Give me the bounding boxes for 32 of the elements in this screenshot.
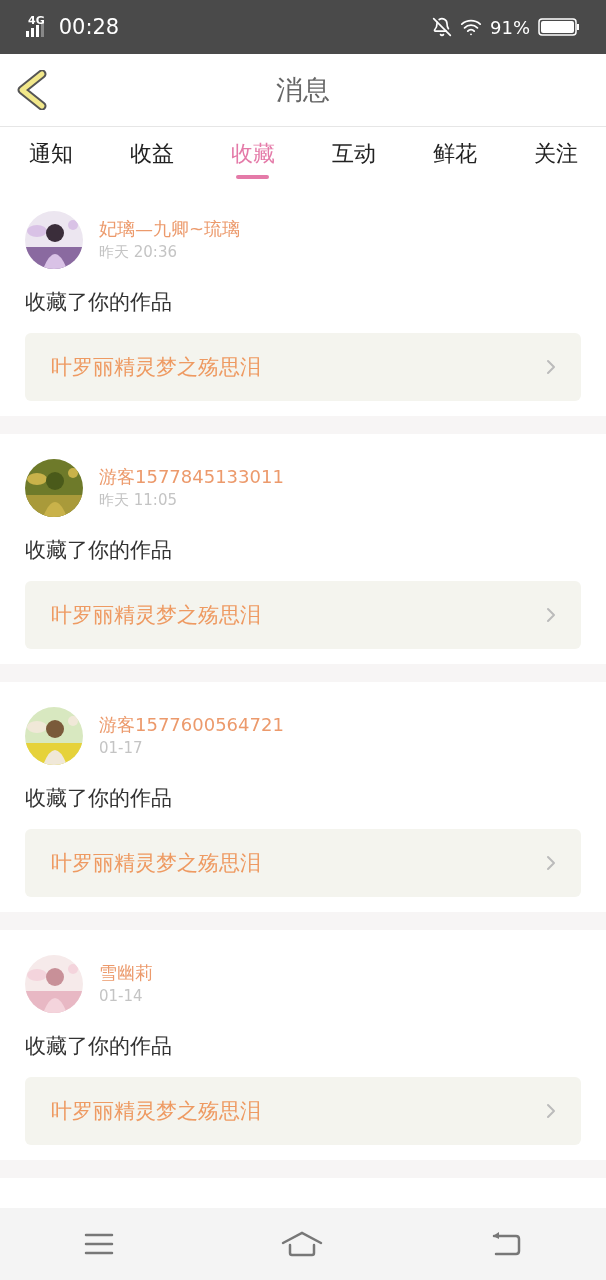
tab[interactable]: 关注 bbox=[505, 127, 606, 186]
back-icon[interactable] bbox=[490, 1231, 523, 1257]
battery-icon bbox=[538, 18, 580, 36]
message-time: 01-17 bbox=[99, 738, 144, 759]
action-text: 收藏了你的作品 bbox=[25, 785, 173, 812]
work-link[interactable]: 叶罗丽精灵梦之殇思泪 bbox=[25, 333, 581, 401]
tab[interactable]: 通知 bbox=[0, 127, 101, 186]
battery-percent: 91% bbox=[490, 16, 530, 38]
page-title: 消息 bbox=[276, 73, 330, 107]
action-text: 收藏了你的作品 bbox=[25, 537, 173, 564]
user-name[interactable]: 雪幽莉 bbox=[99, 961, 153, 985]
work-link[interactable]: 叶罗丽精灵梦之殇思泪 bbox=[25, 829, 581, 897]
message-time: 昨天 20:36 bbox=[99, 242, 178, 263]
action-text: 收藏了你的作品 bbox=[25, 1033, 173, 1060]
message-time: 01-14 bbox=[99, 986, 144, 1007]
bell-off-icon bbox=[432, 17, 452, 37]
tab[interactable]: 收藏 bbox=[202, 127, 303, 186]
user-name[interactable]: 游客1577600564721 bbox=[99, 713, 284, 737]
clock-time: 00:28 bbox=[58, 15, 120, 39]
user-name[interactable]: 妃璃—九卿~琉璃 bbox=[99, 217, 241, 241]
menu-icon[interactable] bbox=[83, 1232, 114, 1256]
tab[interactable]: 互动 bbox=[303, 127, 404, 186]
tab[interactable]: 鲜花 bbox=[404, 127, 505, 186]
network-type: 4G bbox=[28, 14, 45, 26]
work-link[interactable]: 叶罗丽精灵梦之殇思泪 bbox=[25, 1077, 581, 1145]
home-icon[interactable] bbox=[281, 1231, 323, 1257]
back-icon[interactable] bbox=[16, 70, 48, 110]
work-link[interactable]: 叶罗丽精灵梦之殇思泪 bbox=[25, 581, 581, 649]
tab[interactable]: 收益 bbox=[101, 127, 202, 186]
user-name[interactable]: 游客1577845133011 bbox=[99, 465, 284, 489]
action-text: 收藏了你的作品 bbox=[25, 289, 173, 316]
message-time: 昨天 11:05 bbox=[99, 490, 178, 511]
